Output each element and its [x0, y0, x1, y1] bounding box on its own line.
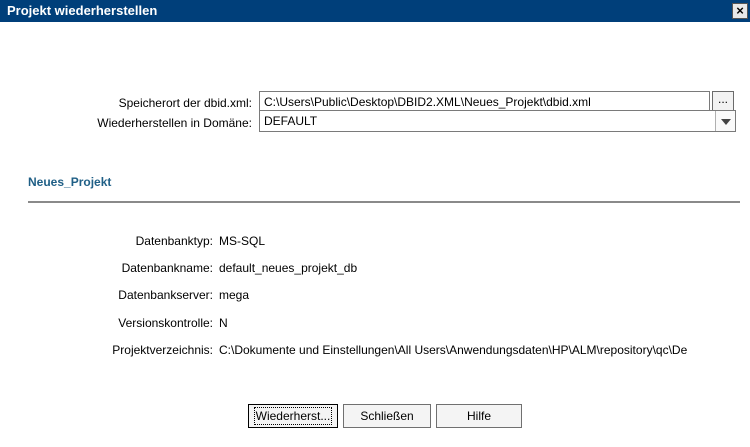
restore-button[interactable]: Wiederherst...: [248, 404, 338, 428]
restore-button-label: Wiederherst...: [253, 407, 333, 425]
section-divider: [28, 201, 740, 203]
browse-button[interactable]: ...: [712, 91, 734, 112]
version-control-label: Versionskontrolle:: [118, 316, 213, 330]
db-server-value: mega: [219, 288, 250, 302]
db-server-label: Datenbankserver:: [118, 288, 213, 302]
db-name-label: Datenbankname:: [121, 261, 213, 275]
version-control-value: N: [219, 316, 228, 330]
project-dir-label: Projektverzeichnis:: [112, 343, 213, 357]
close-button[interactable]: Schließen: [343, 404, 431, 428]
close-icon[interactable]: ×: [732, 3, 748, 19]
close-button-label: Schließen: [360, 409, 414, 423]
window-title: Projekt wiederherstellen: [7, 3, 158, 18]
help-button-label: Hilfe: [466, 409, 491, 423]
title-bar: Projekt wiederherstellen: [0, 0, 750, 22]
db-type-label: Datenbanktyp:: [135, 234, 213, 248]
db-name-value: default_neues_projekt_db: [219, 261, 358, 275]
domain-label: Wiederherstellen in Domäne:: [97, 116, 252, 130]
location-input[interactable]: C:\Users\Public\Desktop\DBID2.XML\Neues_…: [259, 91, 710, 112]
help-button[interactable]: Hilfe: [436, 404, 522, 428]
project-dir-value: C:\Dokumente und Einstellungen\All Users…: [219, 343, 688, 357]
domain-select[interactable]: DEFAULT: [259, 110, 736, 132]
location-label: Speicherort der dbid.xml:: [118, 96, 252, 110]
project-name-heading: Neues_Projekt: [28, 175, 112, 189]
chevron-down-icon[interactable]: [715, 111, 735, 131]
domain-value: DEFAULT: [264, 114, 318, 128]
db-type-value: MS-SQL: [219, 234, 266, 248]
location-value: C:\Users\Public\Desktop\DBID2.XML\Neues_…: [264, 95, 591, 109]
